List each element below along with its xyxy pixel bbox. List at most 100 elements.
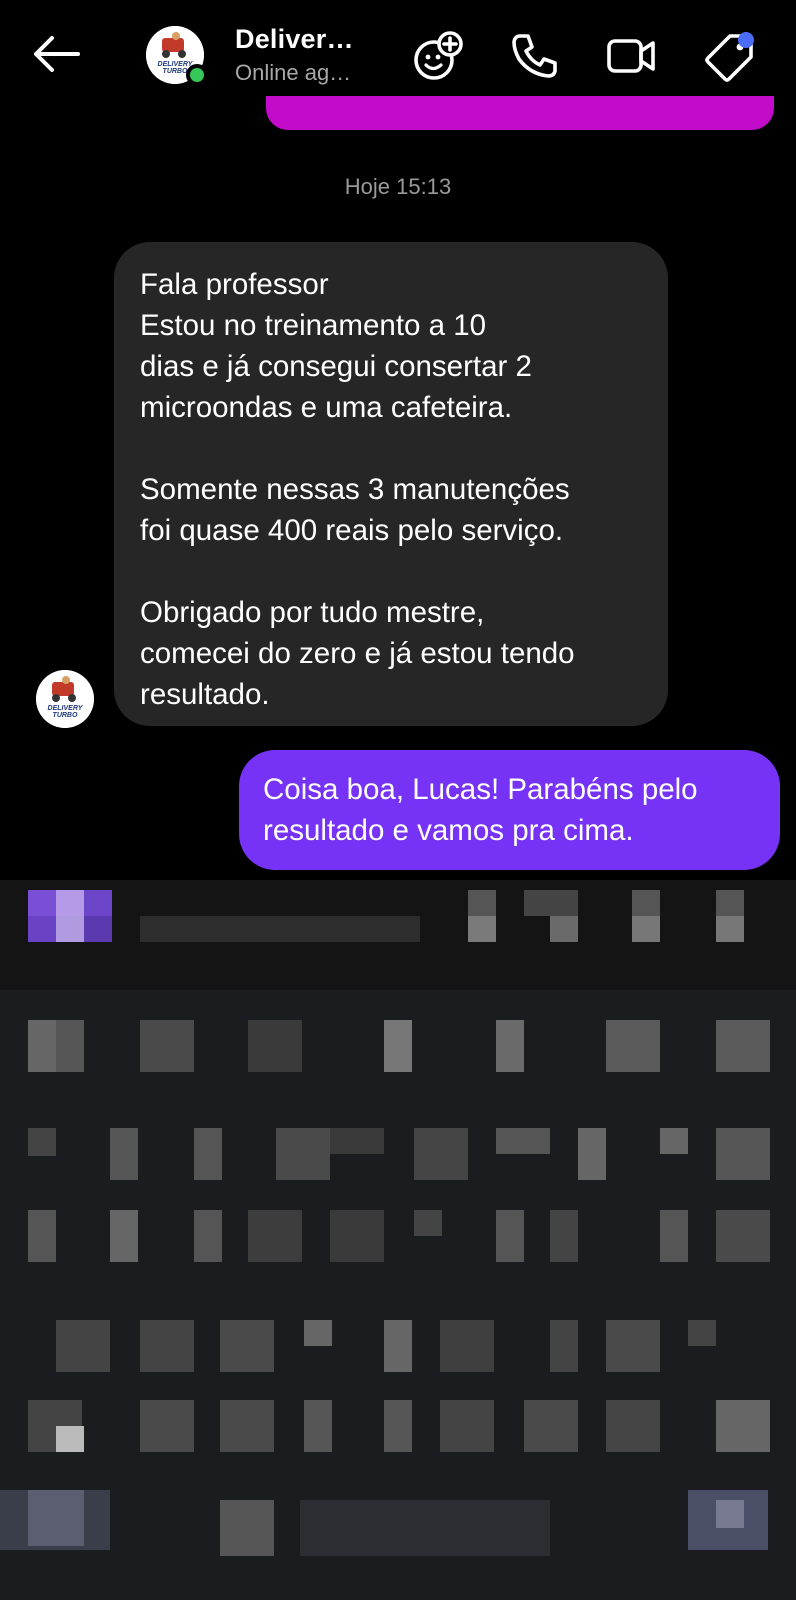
avatar-effects-icon — [414, 31, 463, 80]
svg-text:TURBO: TURBO — [163, 68, 188, 75]
pixel-block — [716, 890, 744, 916]
contact-avatar-button[interactable]: DELIVERY TURBO — [146, 26, 208, 86]
pixel-block — [220, 1320, 274, 1372]
pixel-block — [220, 1400, 274, 1452]
phone-icon — [512, 34, 557, 78]
pixel-block — [606, 1020, 660, 1072]
pixel-block — [524, 890, 578, 916]
pixel-block — [84, 890, 112, 916]
pixel-block — [716, 1020, 770, 1072]
pixel-block — [440, 1320, 494, 1372]
pixel-block — [440, 1400, 494, 1452]
pixel-block — [140, 1020, 194, 1072]
pixel-block — [110, 1128, 138, 1180]
pixel-block — [110, 1210, 138, 1262]
video-camera-icon — [607, 39, 655, 73]
pixel-block — [304, 1320, 332, 1346]
pixel-block — [384, 1320, 412, 1372]
pixel-block — [606, 1400, 660, 1452]
pixel-block — [716, 1500, 744, 1528]
pixel-block — [716, 1210, 770, 1262]
message-text-line: dias e já consegui consertar 2 — [140, 350, 532, 383]
pixel-block — [330, 1210, 384, 1262]
pixel-block — [384, 1020, 412, 1072]
pixel-block — [194, 1210, 222, 1262]
pixel-block — [56, 890, 84, 916]
video-call-button[interactable] — [604, 28, 660, 84]
audio-call-button[interactable] — [506, 28, 562, 84]
message-text-line: Coisa boa, Lucas! Parabéns pelo — [263, 773, 698, 806]
incoming-message-bubble[interactable]: Fala professor Estou no treinamento a 10 d… — [114, 242, 668, 726]
pixel-block — [28, 890, 56, 916]
labels-button[interactable] — [702, 28, 758, 84]
pixel-block — [660, 1128, 688, 1154]
pixel-block — [632, 916, 660, 942]
pixel-block — [28, 1210, 56, 1262]
message-text-line: microondas e uma cafeteira. — [140, 391, 513, 424]
message-text-line: resultado e vamos pra cima. — [263, 814, 634, 847]
pixel-block — [496, 1020, 524, 1072]
pixel-block — [84, 916, 112, 942]
pixel-block — [330, 1128, 384, 1154]
pixel-block — [688, 1320, 716, 1346]
pixel-block — [716, 1400, 770, 1452]
sender-avatar[interactable]: DELIVERY TURBO — [36, 670, 94, 728]
back-button[interactable] — [30, 32, 82, 76]
message-timestamp: Hoje 15:13 — [344, 174, 452, 199]
svg-text:DELIVERY: DELIVERY — [48, 705, 84, 712]
online-indicator — [186, 64, 208, 86]
pixel-block — [414, 1128, 468, 1180]
outgoing-message-bubble[interactable]: Coisa boa, Lucas! Parabéns pelo resultado… — [239, 750, 780, 870]
message-text-line: comecei do zero e já estou tendo — [140, 637, 575, 670]
pixel-block — [716, 1128, 770, 1180]
pixel-block — [220, 1500, 274, 1556]
pixel-block — [716, 916, 744, 942]
pixel-block — [468, 890, 496, 916]
pixel-block — [248, 1210, 302, 1262]
chat-screen: DELIVERY TURBO Deliver… Online ag… Hoje … — [0, 0, 796, 1600]
pixel-block — [304, 1400, 332, 1452]
pixel-block — [660, 1210, 688, 1262]
pixelated-keyboard-area — [0, 880, 796, 1600]
pixel-block — [550, 916, 578, 942]
pixel-block — [56, 1020, 84, 1072]
pixel-block — [578, 1128, 606, 1180]
pixel-block — [140, 1320, 194, 1372]
pixel-block — [276, 1128, 330, 1180]
pixel-block — [300, 1500, 550, 1556]
message-text-line: foi quase 400 reais pelo serviço. — [140, 514, 564, 547]
pixel-block — [140, 1400, 194, 1452]
pixel-block — [606, 1320, 660, 1372]
message-text-line: Estou no treinamento a 10 — [140, 309, 487, 342]
pixel-block — [496, 1210, 524, 1262]
pixel-block — [28, 1128, 56, 1156]
previous-message-bubble[interactable] — [266, 96, 774, 130]
svg-text:TURBO: TURBO — [53, 712, 78, 719]
contact-status: Online ag… — [235, 60, 352, 85]
pixel-block — [28, 1020, 56, 1072]
pixel-block — [56, 1320, 110, 1372]
pixel-block — [140, 916, 420, 942]
pixel-block — [468, 916, 496, 942]
avatar-effects-button[interactable] — [410, 28, 466, 84]
pixel-block — [384, 1400, 412, 1452]
pixel-block — [414, 1210, 442, 1236]
pixel-block — [28, 1490, 84, 1546]
pixel-block — [248, 1020, 302, 1072]
pixel-block — [28, 916, 56, 942]
pixel-block — [632, 890, 660, 916]
back-arrow-icon — [34, 36, 80, 72]
message-text-line: Fala professor — [140, 268, 329, 301]
pixel-block — [550, 1210, 578, 1262]
pixel-block — [194, 1128, 222, 1180]
delivery-turbo-logo: DELIVERY TURBO — [36, 670, 94, 728]
pixel-block — [524, 1400, 578, 1452]
pixel-block — [550, 1320, 578, 1372]
pixel-block — [496, 1128, 550, 1154]
pixel-block — [56, 1426, 84, 1452]
message-text-line: Somente nessas 3 manutenções — [140, 473, 570, 506]
contact-name[interactable]: Deliver… — [235, 24, 354, 55]
pixel-block — [56, 916, 84, 942]
